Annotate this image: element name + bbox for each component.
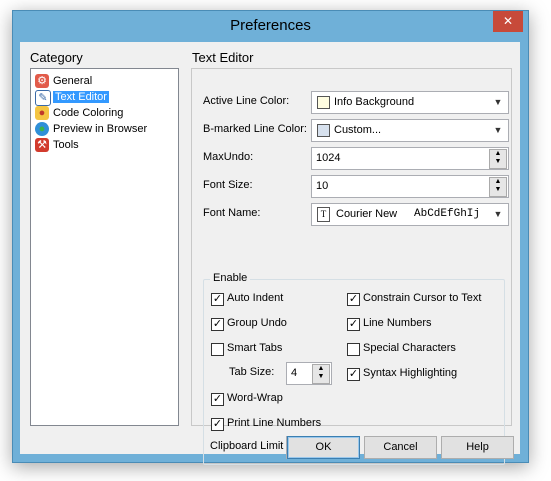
special-characters-label: Special Characters [363, 342, 456, 354]
category-item-label: Preview in Browser [53, 123, 148, 135]
category-list[interactable]: ⚙ General ✎ Text Editor ● Code Coloring … [30, 68, 179, 426]
font-size-label: Font Size: [203, 179, 253, 191]
tab-size-stepper[interactable]: 4 ▲ ▼ [286, 362, 332, 385]
check-icon[interactable]: ✓ [211, 418, 224, 431]
category-item-general[interactable]: ⚙ General [33, 73, 95, 89]
active-line-color-label: Active Line Color: [203, 95, 290, 107]
checkbox-empty[interactable] [347, 343, 360, 356]
font-name-value: Courier New [336, 208, 398, 220]
bmarked-line-color-select[interactable]: Custom... ▼ [311, 119, 509, 142]
close-button[interactable]: ✕ [493, 11, 523, 32]
category-item-label: General [53, 75, 93, 87]
ok-button[interactable]: OK [287, 436, 360, 459]
check-icon[interactable]: ✓ [211, 293, 224, 306]
clipboard-limit-label: Clipboard Limit [210, 440, 284, 452]
auto-indent-label: Auto Indent [227, 292, 284, 304]
category-label: Category [30, 50, 83, 65]
check-icon[interactable]: ✓ [347, 368, 360, 381]
font-size-stepper[interactable]: 10 ▲ ▼ [311, 175, 509, 198]
font-name-label: Font Name: [203, 207, 261, 219]
syntax-highlighting-label: Syntax Highlighting [363, 367, 458, 379]
spin-arrows-icon[interactable]: ▲▼ [312, 364, 330, 384]
max-undo-stepper[interactable]: 1024 ▲ ▼ [311, 147, 509, 170]
checkbox-empty[interactable] [211, 343, 224, 356]
palette-icon: ● [35, 106, 49, 120]
cancel-button[interactable]: Cancel [364, 436, 437, 459]
spin-arrows-icon[interactable]: ▲▼ [489, 149, 507, 169]
active-line-color-select[interactable]: Info Background ▼ [311, 91, 509, 114]
text-editor-panel: Active Line Color: Info Background ▼ B-m… [191, 68, 512, 465]
line-numbers-label: Line Numbers [363, 317, 432, 329]
check-icon[interactable]: ✓ [347, 318, 360, 331]
color-swatch [317, 124, 330, 137]
check-icon[interactable]: ✓ [347, 293, 360, 306]
category-item-tools[interactable]: ⚒ Tools [33, 137, 82, 153]
help-button[interactable]: Help [441, 436, 514, 459]
chevron-down-icon[interactable]: ▼ [491, 207, 505, 221]
max-undo-value: 1024 [316, 152, 341, 164]
color-swatch [317, 96, 330, 109]
dialog-client: Category ⚙ General ✎ Text Editor ● Code … [20, 42, 520, 465]
chevron-down-icon[interactable]: ▼ [491, 95, 505, 109]
tab-size-label: Tab Size: [229, 366, 275, 378]
tab-size-value: 4 [291, 367, 298, 379]
category-item-label: Text Editor [53, 91, 109, 103]
text-editor-icon: ✎ [35, 90, 51, 106]
globe-icon: ● [35, 122, 49, 136]
window-title: Preferences [230, 17, 311, 34]
font-size-value: 10 [316, 180, 329, 192]
title-bar[interactable]: Preferences ✕ [13, 11, 528, 41]
constrain-cursor-label: Constrain Cursor to Text [363, 292, 482, 304]
category-item-preview-in-browser[interactable]: ● Preview in Browser [33, 121, 150, 137]
bmarked-line-color-value: Custom... [334, 124, 382, 136]
font-name-select[interactable]: T Courier New AbCdEfGhIj ▼ [311, 203, 509, 226]
font-sample: AbCdEfGhIj [414, 208, 481, 220]
truetype-font-icon: T [317, 207, 330, 222]
bmarked-line-color-label: B-marked Line Color: [203, 123, 307, 135]
chevron-down-icon[interactable]: ▼ [491, 123, 505, 137]
preferences-window: Preferences ✕ Category ⚙ General ✎ Text … [12, 10, 529, 465]
group-undo-label: Group Undo [227, 317, 287, 329]
max-undo-label: MaxUndo: [203, 151, 254, 163]
category-item-code-coloring[interactable]: ● Code Coloring [33, 105, 126, 121]
category-item-label: Code Coloring [53, 107, 124, 119]
spin-arrows-icon[interactable]: ▲▼ [489, 177, 507, 197]
tools-icon: ⚒ [35, 138, 49, 152]
check-icon[interactable]: ✓ [211, 393, 224, 406]
active-line-color-value: Info Background [334, 96, 415, 108]
panel-title: Text Editor [192, 50, 254, 65]
category-item-text-editor[interactable]: ✎ Text Editor [33, 89, 112, 106]
smart-tabs-label: Smart Tabs [227, 342, 283, 354]
print-line-numbers-label: Print Line Numbers [227, 417, 322, 429]
enable-group-title: Enable [210, 272, 251, 284]
category-item-label: Tools [53, 139, 79, 151]
gear-icon: ⚙ [35, 74, 49, 88]
word-wrap-label: Word-Wrap [227, 392, 283, 404]
check-icon[interactable]: ✓ [211, 318, 224, 331]
